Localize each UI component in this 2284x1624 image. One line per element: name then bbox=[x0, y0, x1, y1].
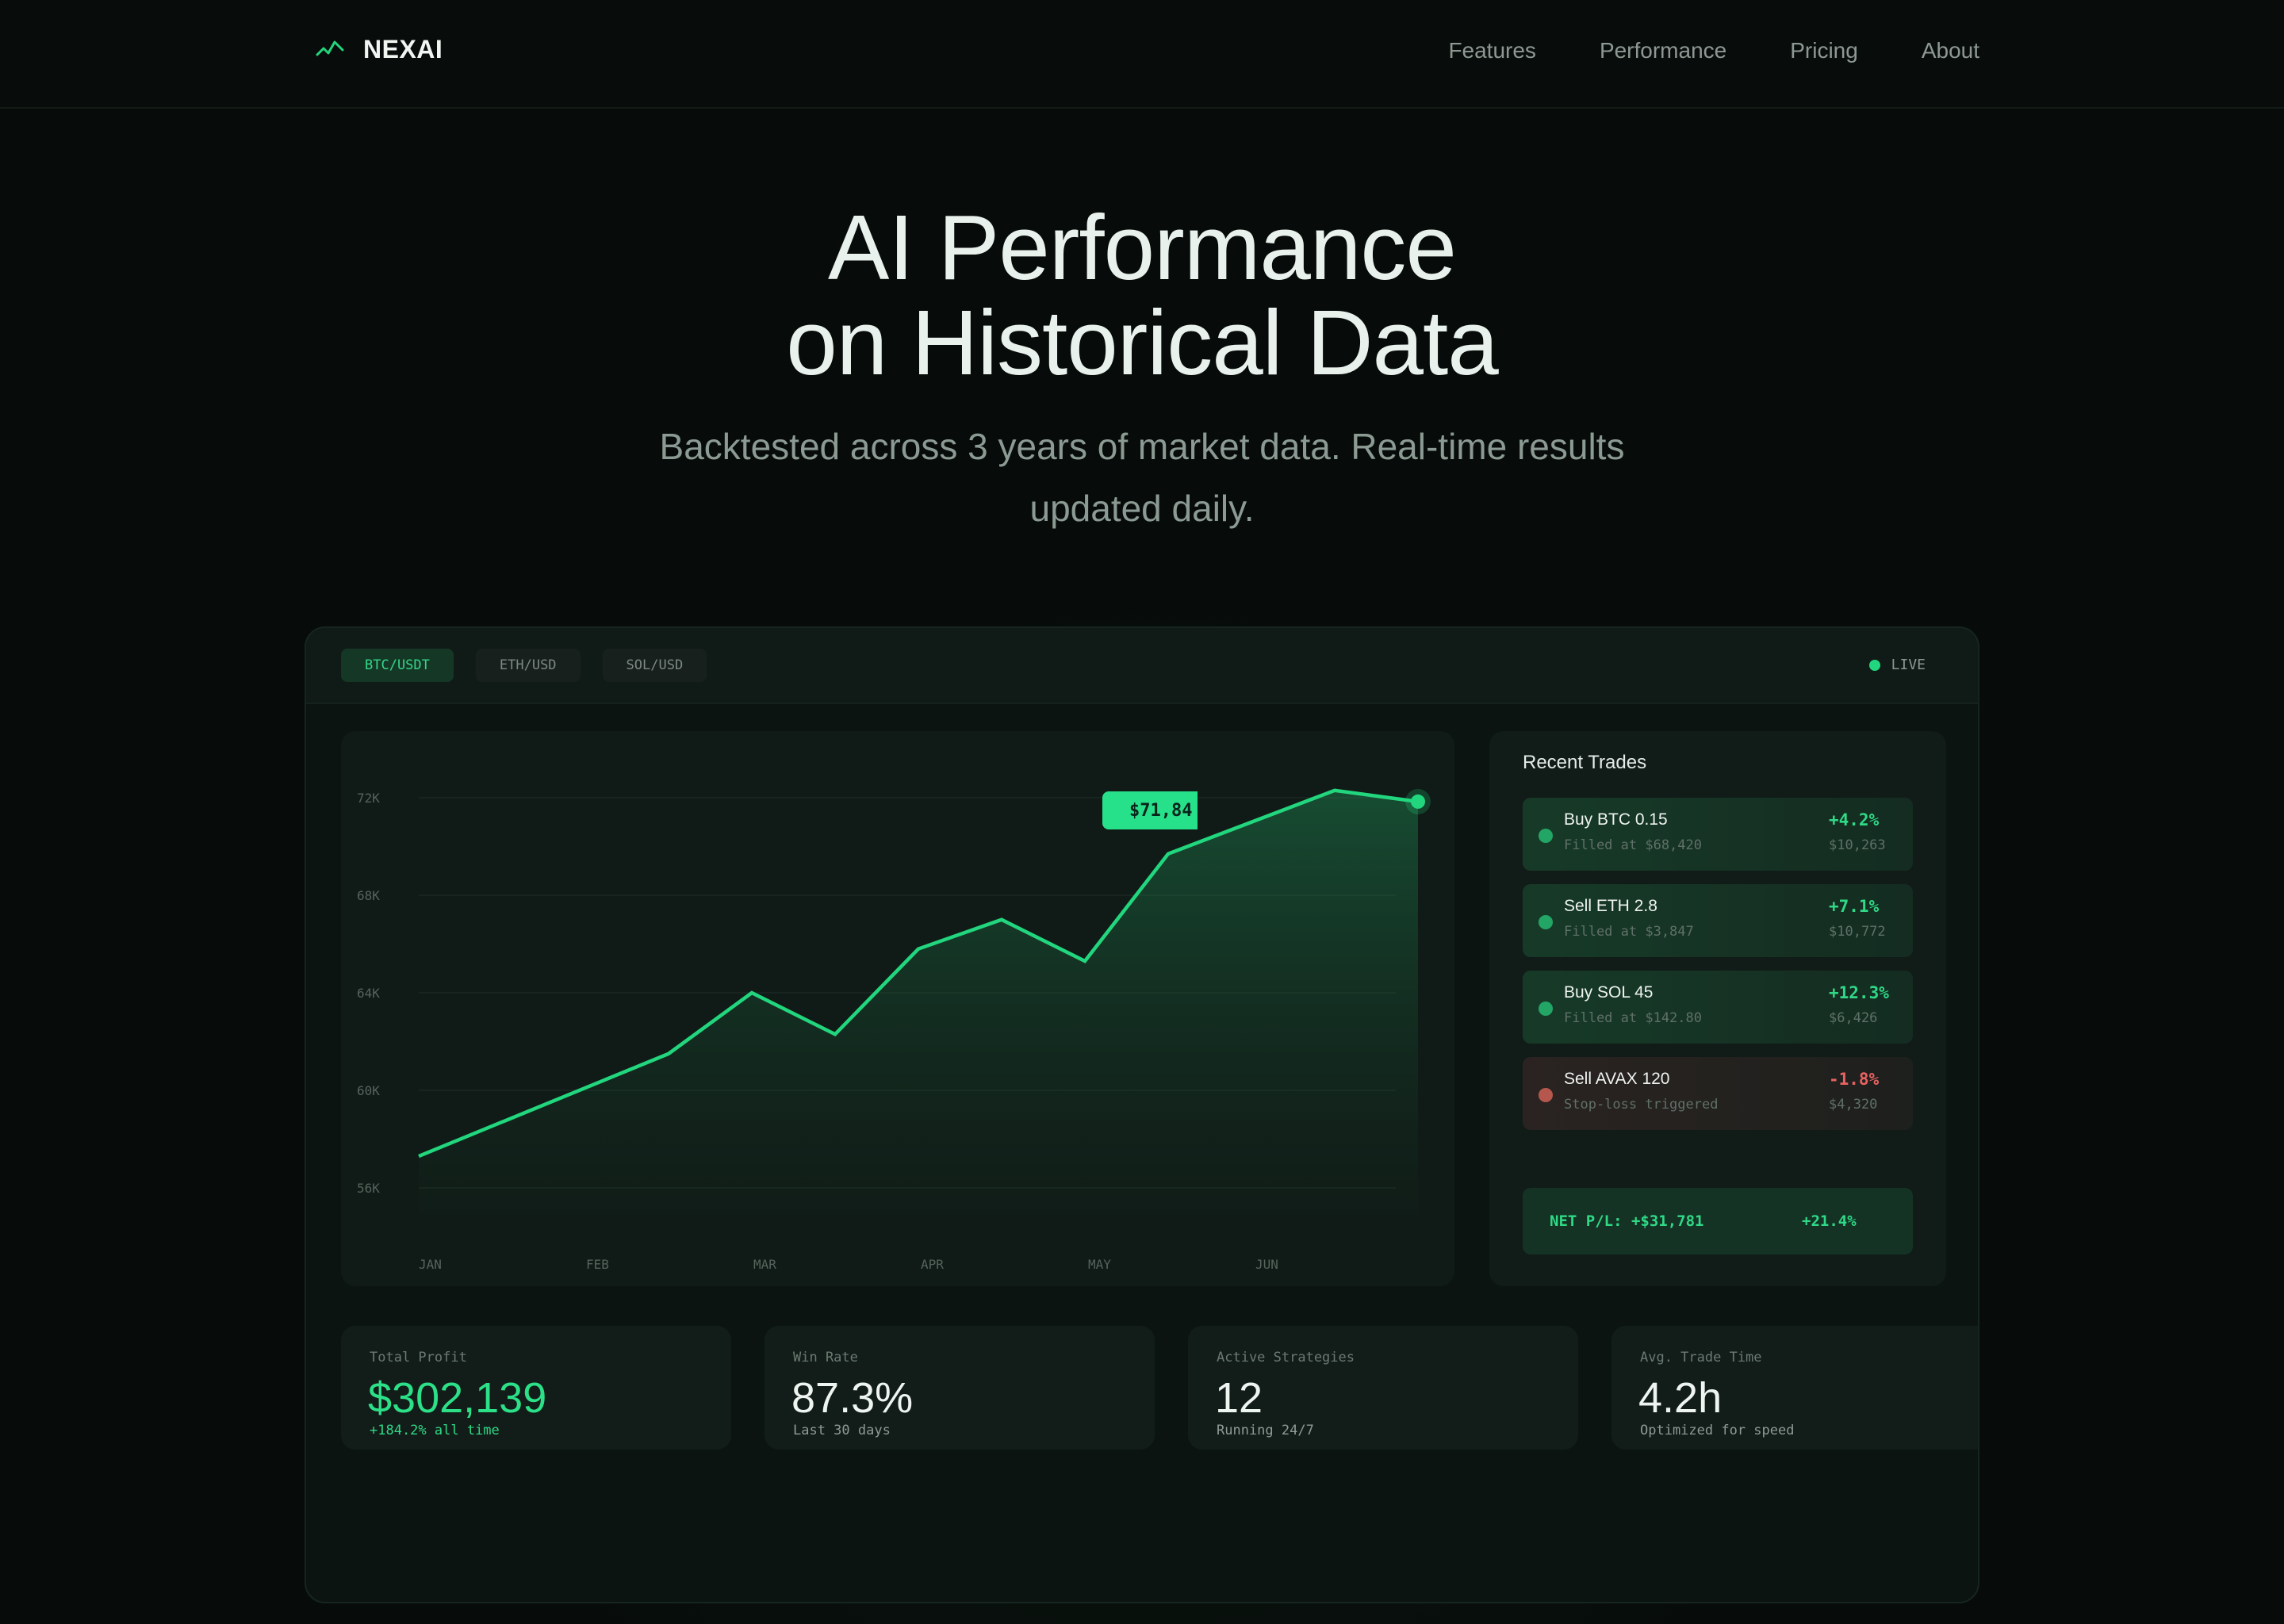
y-tick-label: 64K bbox=[357, 986, 380, 1001]
hero-title-line1: AI Performance bbox=[828, 196, 1457, 299]
trade-row[interactable]: Sell AVAX 120 Stop-loss triggered -1.8% … bbox=[1523, 1057, 1913, 1130]
stat-card-total-profit: Total Profit $302,139 +184.2% all time bbox=[341, 1326, 731, 1450]
x-tick-label: JAN bbox=[419, 1257, 442, 1272]
trade-name: Sell ETH 2.8 bbox=[1564, 897, 1657, 915]
trade-amount: $10,263 bbox=[1829, 837, 1886, 853]
current-price-tag: $71,84 bbox=[1102, 791, 1198, 829]
y-tick-label: 68K bbox=[357, 888, 380, 903]
nav-link-about[interactable]: About bbox=[1922, 38, 1979, 63]
x-tick-label: JUN bbox=[1255, 1257, 1278, 1272]
trade-amount: $6,426 bbox=[1829, 1010, 1878, 1026]
stat-label: Active Strategies bbox=[1217, 1350, 1355, 1365]
trade-name: Buy SOL 45 bbox=[1564, 983, 1654, 1002]
x-tick-label: FEB bbox=[586, 1257, 609, 1272]
stat-card-win-rate: Win Rate 87.3% Last 30 days bbox=[765, 1326, 1155, 1450]
trade-name: Sell AVAX 120 bbox=[1564, 1070, 1670, 1088]
stat-card-active-strategies: Active Strategies 12 Running 24/7 bbox=[1188, 1326, 1578, 1450]
stat-value: 4.2h bbox=[1638, 1374, 1723, 1422]
trade-pct: +4.2% bbox=[1829, 810, 1880, 829]
stat-sub: Optimized for speed bbox=[1640, 1423, 1795, 1438]
stat-label: Win Rate bbox=[793, 1350, 858, 1365]
net-pl-pct: +21.4% bbox=[1802, 1212, 1857, 1230]
nav-link-features[interactable]: Features bbox=[1448, 38, 1536, 63]
trade-status-dot bbox=[1539, 829, 1553, 843]
tab-eth-usd[interactable]: ETH/USD bbox=[475, 649, 581, 682]
hero-title: AI Performance on Historical Data bbox=[0, 200, 2284, 390]
stat-value: 12 bbox=[1215, 1374, 1263, 1422]
top-nav: NEXAI Features Performance Pricing About bbox=[0, 0, 2284, 109]
brand-name: NEXAI bbox=[363, 35, 443, 63]
data-point bbox=[1411, 794, 1425, 809]
live-indicator: LIVE bbox=[1868, 657, 1926, 673]
trade-amount: $10,772 bbox=[1829, 924, 1886, 940]
hero-subtitle: Backtested across 3 years of market data… bbox=[587, 416, 1697, 539]
trade-status-dot bbox=[1539, 1088, 1553, 1102]
stat-sub: Last 30 days bbox=[793, 1423, 891, 1438]
dashboard-header: BTC/USDT ETH/USD SOL/USD LIVE bbox=[306, 628, 1978, 704]
trade-row[interactable]: Buy BTC 0.15 Filled at $68,420 +4.2% $10… bbox=[1523, 798, 1913, 871]
trade-detail: Filled at $142.80 bbox=[1564, 1010, 1702, 1026]
recent-trades-title: Recent Trades bbox=[1523, 752, 1647, 773]
trade-row[interactable]: Buy SOL 45 Filled at $142.80 +12.3% $6,4… bbox=[1523, 971, 1913, 1044]
tab-btc-usdt[interactable]: BTC/USDT bbox=[341, 649, 454, 682]
dashboard-panel: BTC/USDT ETH/USD SOL/USD LIVE 72K 68K 64K 6… bbox=[305, 626, 1979, 1603]
area-fill bbox=[419, 790, 1418, 1215]
trade-amount: $4,320 bbox=[1829, 1097, 1878, 1113]
trade-detail: Stop-loss triggered bbox=[1564, 1097, 1719, 1113]
stat-sub: +184.2% all time bbox=[370, 1423, 500, 1438]
trade-name: Buy BTC 0.15 bbox=[1564, 810, 1668, 829]
x-tick-label: APR bbox=[921, 1257, 944, 1272]
live-label: LIVE bbox=[1891, 657, 1926, 673]
live-dot-icon bbox=[1868, 659, 1880, 671]
nav-links: Features Performance Pricing About bbox=[1448, 38, 1979, 63]
trade-detail: Filled at $3,847 bbox=[1564, 924, 1694, 940]
net-pl-label: NET P/L: +$31,781 bbox=[1550, 1212, 1704, 1230]
pair-tabs: BTC/USDT ETH/USD SOL/USD bbox=[341, 649, 707, 682]
hero-subtitle-line2: updated daily. bbox=[1029, 488, 1255, 529]
hero-title-line2: on Historical Data bbox=[786, 291, 1498, 394]
x-tick-label: MAR bbox=[753, 1257, 776, 1272]
trade-pct: -1.8% bbox=[1829, 1070, 1880, 1089]
stat-value: 87.3% bbox=[791, 1374, 914, 1422]
trade-detail: Filled at $68,420 bbox=[1564, 837, 1702, 853]
tab-sol-usd[interactable]: SOL/USD bbox=[602, 649, 707, 682]
y-tick-label: 72K bbox=[357, 791, 380, 806]
price-chart: 72K 68K 64K 60K 56K JAN FEB MAR APR MAY JUN bbox=[357, 788, 1431, 1272]
price-chart-card: 72K 68K 64K 60K 56K JAN FEB MAR APR MAY JUN bbox=[341, 731, 1454, 1286]
trade-status-dot bbox=[1539, 915, 1553, 929]
trade-row[interactable]: Sell ETH 2.8 Filled at $3,847 +7.1% $10,… bbox=[1523, 884, 1913, 957]
trade-pct: +7.1% bbox=[1829, 897, 1880, 916]
recent-trades-card: Recent Trades Buy BTC 0.15 Filled at $68… bbox=[1489, 731, 1946, 1286]
trade-pct: +12.3% bbox=[1829, 983, 1889, 1002]
pulse-icon bbox=[316, 36, 344, 64]
stat-card-avg-trade-time: Avg. Trade Time 4.2h Optimized for speed bbox=[1611, 1326, 1978, 1450]
x-tick-label: MAY bbox=[1088, 1257, 1111, 1272]
hero-subtitle-line1: Backtested across 3 years of market data… bbox=[659, 426, 1625, 467]
nav-link-pricing[interactable]: Pricing bbox=[1790, 38, 1858, 63]
brand-logo[interactable]: NEXAI bbox=[316, 35, 443, 64]
stat-value: $302,139 bbox=[368, 1374, 547, 1422]
trade-status-dot bbox=[1539, 1002, 1553, 1016]
stat-label: Total Profit bbox=[370, 1350, 467, 1365]
stat-sub: Running 24/7 bbox=[1217, 1423, 1314, 1438]
stat-label: Avg. Trade Time bbox=[1640, 1350, 1762, 1365]
y-tick-label: 56K bbox=[357, 1181, 380, 1196]
y-tick-label: 60K bbox=[357, 1083, 380, 1098]
net-pl-summary: NET P/L: +$31,781 +21.4% bbox=[1523, 1188, 1913, 1254]
nav-link-performance[interactable]: Performance bbox=[1600, 38, 1726, 63]
